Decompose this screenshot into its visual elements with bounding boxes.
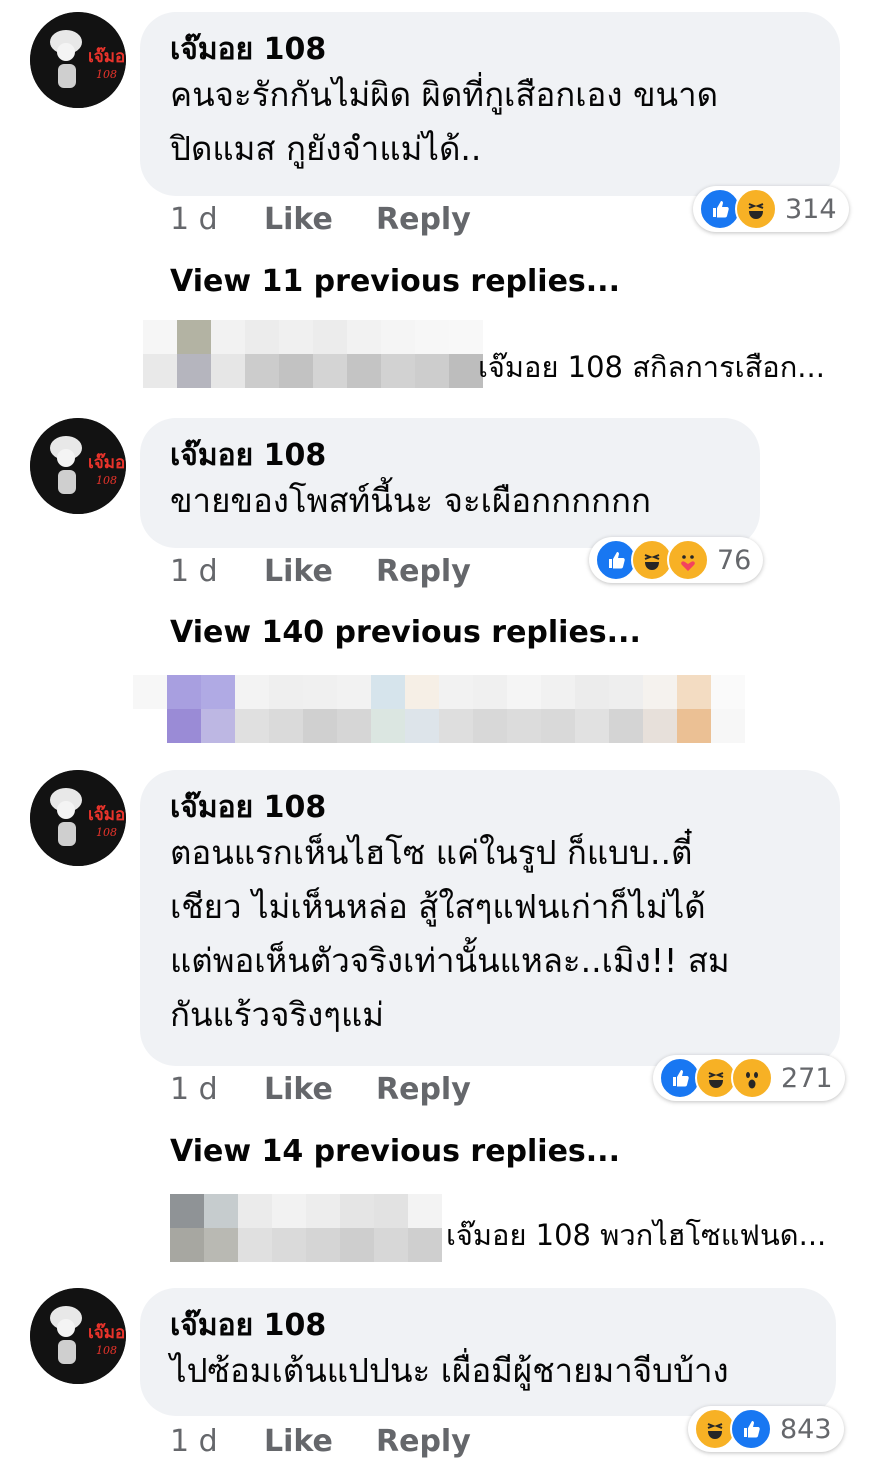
reaction-summary[interactable]: 314 — [693, 186, 849, 232]
reaction-count: 843 — [780, 1413, 832, 1445]
reaction-summary[interactable]: 76 — [589, 537, 764, 583]
like-icon — [730, 1408, 772, 1450]
avatar-label: เจ๊มอย — [88, 453, 126, 473]
like-button[interactable]: Like — [264, 554, 333, 590]
avatar-sub: 108 — [96, 474, 117, 487]
comment-time[interactable]: 1 d — [170, 1424, 218, 1460]
comment-author[interactable]: เจ๊มอย 108 — [170, 1308, 806, 1344]
wow-icon — [731, 1057, 773, 1099]
avatar[interactable]: เจ๊มอย 108 — [30, 418, 126, 514]
avatar[interactable]: เจ๊มอย 108 — [30, 770, 126, 866]
reaction-summary[interactable]: 271 — [653, 1055, 845, 1101]
comment-text: ตอนแรกเห็นไฮโซ แค่ในรูป ก็แบบ..ตี๋ เชียว… — [170, 833, 730, 1034]
reply-button[interactable]: Reply — [376, 554, 471, 590]
reply-preview[interactable]: เจ๊มอย 108 สกิลการเสือก... — [478, 344, 825, 390]
view-previous-replies[interactable]: View 14 previous replies... — [170, 1134, 620, 1170]
avatar-label: เจ๊มอย — [88, 47, 126, 67]
reply-button[interactable]: Reply — [376, 202, 471, 238]
reply-preview[interactable]: เจ๊มอย 108 พวกไฮโซแฟนด... — [446, 1212, 826, 1258]
reaction-count: 76 — [717, 544, 752, 576]
reaction-count: 271 — [781, 1062, 833, 1094]
avatar-sub: 108 — [96, 68, 117, 81]
blurred-reply-preview — [133, 675, 779, 743]
comment-author[interactable]: เจ๊มอย 108 — [170, 438, 730, 474]
avatar-sub: 108 — [96, 1344, 117, 1357]
blurred-avatar — [143, 320, 483, 388]
comment-text: ขายของโพสท์นี้นะ จะเผือกกกกกก — [170, 481, 651, 520]
avatar-label: เจ๊มอย — [88, 1323, 126, 1343]
comment-bubble: เจ๊มอย 108 ไปซ้อมเต้นแปปนะ เผื่อมีผู้ชาย… — [140, 1288, 836, 1416]
avatar-sub: 108 — [96, 826, 117, 839]
like-button[interactable]: Like — [264, 1072, 333, 1108]
view-previous-replies[interactable]: View 11 previous replies... — [170, 264, 620, 300]
blurred-avatar — [170, 1194, 442, 1262]
reply-button[interactable]: Reply — [376, 1424, 471, 1460]
comment-time[interactable]: 1 d — [170, 1072, 218, 1108]
reply-button[interactable]: Reply — [376, 1072, 471, 1108]
like-button[interactable]: Like — [264, 202, 333, 238]
comment-time[interactable]: 1 d — [170, 554, 218, 590]
comment-bubble: เจ๊มอย 108 ขายของโพสท์นี้นะ จะเผือกกกกกก — [140, 418, 760, 548]
care-icon — [667, 539, 709, 581]
comment-time[interactable]: 1 d — [170, 202, 218, 238]
reaction-summary[interactable]: 843 — [688, 1406, 844, 1452]
comment-text: คนจะรักกันไม่ผิด ผิดที่กูเสือกเอง ขนาด ป… — [170, 75, 719, 168]
comment-author[interactable]: เจ๊มอย 108 — [170, 32, 810, 68]
comment-bubble: เจ๊มอย 108 คนจะรักกันไม่ผิด ผิดที่กูเสือ… — [140, 12, 840, 196]
comment-text: ไปซ้อมเต้นแปปนะ เผื่อมีผู้ชายมาจีบบ้าง — [170, 1351, 729, 1390]
comment-bubble: เจ๊มอย 108 ตอนแรกเห็นไฮโซ แค่ในรูป ก็แบบ… — [140, 770, 840, 1066]
comment-author[interactable]: เจ๊มอย 108 — [170, 790, 810, 826]
avatar[interactable]: เจ๊มอย 108 — [30, 12, 126, 108]
reaction-count: 314 — [785, 193, 837, 225]
like-button[interactable]: Like — [264, 1424, 333, 1460]
avatar-label: เจ๊มอย — [88, 805, 126, 825]
avatar[interactable]: เจ๊มอย 108 — [30, 1288, 126, 1384]
haha-icon — [735, 188, 777, 230]
view-previous-replies[interactable]: View 140 previous replies... — [170, 615, 641, 651]
